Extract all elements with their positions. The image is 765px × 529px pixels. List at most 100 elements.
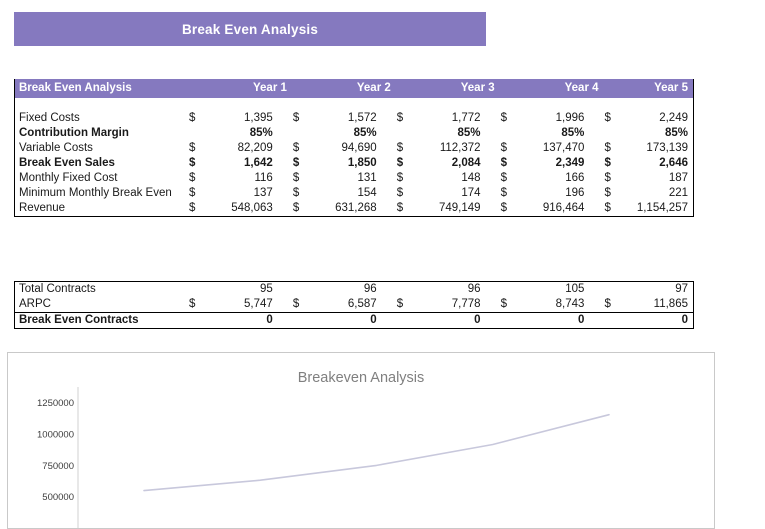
cell-gap: [589, 201, 603, 217]
cell-gap: [277, 312, 292, 329]
cell-value: 1,996: [555, 112, 585, 124]
cell-gap: [382, 156, 396, 171]
currency-symbol: [188, 126, 202, 141]
currency-symbol: $: [292, 187, 300, 199]
table-row: Minimum Monthly Break Even $137 $154 $174…: [15, 186, 694, 201]
cell-gap: [486, 156, 500, 171]
row-label: Break Even Contracts: [14, 312, 189, 329]
cell-gap: [589, 156, 603, 171]
currency-symbol: [396, 126, 410, 141]
column-header-year-1: Year 1: [188, 79, 292, 98]
currency-symbol: $: [604, 187, 611, 199]
currency-symbol: $: [500, 172, 508, 184]
currency-symbol: $: [292, 112, 300, 124]
currency-symbol: [604, 126, 618, 141]
row-label: Contribution Margin: [19, 127, 129, 139]
cell-value: 8,743: [555, 298, 585, 310]
currency-symbol: [604, 282, 618, 298]
row-label: ARPC: [19, 298, 51, 310]
currency-symbol: $: [604, 202, 611, 214]
cell-value: 1,395: [244, 112, 273, 124]
table-spacer-row: [15, 98, 694, 111]
cell-gap: [382, 141, 396, 156]
cell-gap: [589, 111, 603, 126]
table-row: Break Even Sales $1,642 $1,850 $2,084 $2,…: [15, 156, 694, 171]
currency-symbol: $: [292, 202, 300, 214]
cell-value: 148: [461, 172, 481, 184]
currency-symbol: [188, 282, 202, 298]
row-label: Monthly Fixed Cost: [19, 172, 118, 184]
cell-value: 97: [675, 283, 688, 295]
cell-gap: [382, 186, 396, 201]
cell-gap: [278, 111, 292, 126]
currency-symbol: $: [604, 142, 611, 154]
currency-symbol: $: [604, 157, 611, 169]
cell-value: 85%: [664, 127, 688, 139]
cell-value: 631,268: [335, 202, 377, 214]
cell-value: 221: [668, 187, 688, 199]
cell-value: 131: [357, 172, 377, 184]
cell-value: 95: [260, 283, 273, 295]
currency-symbol: $: [500, 142, 508, 154]
cell-gap: [278, 141, 292, 156]
row-label: Minimum Monthly Break Even: [19, 187, 172, 199]
row-label: Break Even Sales: [19, 157, 115, 169]
cell-value: 2,084: [451, 157, 481, 169]
table-row: Contribution Margin 85% 85% 85% 85% 85%: [15, 126, 694, 141]
cell-value: 112,372: [439, 142, 481, 154]
currency-symbol: [188, 312, 203, 329]
chart-y-tick-label: 1000000: [37, 430, 74, 441]
cell-value: 11,865: [653, 298, 688, 310]
currency-symbol: [396, 282, 410, 298]
currency-symbol: $: [604, 298, 611, 310]
cell-value: 1,154,257: [636, 202, 688, 214]
cell-value: 96: [467, 283, 481, 295]
cell-gap: [486, 186, 500, 201]
cell-value: 1,572: [347, 112, 377, 124]
contracts-break-even-table: Total Contracts 95 96 96 105 97 ARPC $5,747…: [14, 281, 694, 329]
table-row: Variable Costs $82,209 $94,690 $112,372 $…: [15, 141, 694, 156]
currency-symbol: $: [396, 157, 404, 169]
table-row: Break Even Contracts 0 0 0 0 0: [14, 312, 694, 329]
cell-value: 105: [565, 283, 585, 295]
cell-value: 174: [461, 187, 481, 199]
cell-value: 96: [363, 283, 377, 295]
cell-value: 154: [357, 187, 377, 199]
currency-symbol: $: [396, 172, 404, 184]
cell-value: 94,690: [341, 142, 377, 154]
cell-gap: [486, 141, 500, 156]
cell-value: 2,646: [659, 157, 688, 169]
chart-y-tick-label: 1250000: [37, 398, 74, 409]
cell-value: 0: [409, 312, 486, 329]
cell-gap: [382, 126, 396, 141]
cell-value: 1,642: [244, 157, 273, 169]
breakeven-chart-card: Breakeven Analysis 1250000 1000000 750000 5…: [7, 352, 715, 529]
table-row: ARPC $5,747 $6,587 $7,778 $8,743 $11,865: [15, 297, 694, 313]
currency-symbol: $: [500, 187, 508, 199]
cell-value: 137: [253, 187, 273, 199]
row-label: Revenue: [19, 202, 66, 214]
row-label: Total Contracts: [19, 283, 96, 295]
cell-value: 916,464: [542, 202, 585, 214]
cell-value: 85%: [353, 127, 377, 139]
cell-value: 166: [565, 172, 585, 184]
currency-symbol: $: [292, 172, 300, 184]
chart-y-tick-label: 500000: [42, 492, 74, 503]
currency-symbol: $: [500, 298, 508, 310]
cell-gap: [382, 282, 396, 298]
cell-gap: [589, 297, 603, 313]
cell-gap: [589, 186, 603, 201]
cell-gap: [382, 297, 396, 313]
currency-symbol: $: [396, 142, 404, 154]
column-header-year-2: Year 2: [291, 79, 396, 98]
cell-value: 0: [202, 312, 278, 329]
currency-symbol: $: [189, 172, 196, 184]
cell-value: 85%: [457, 127, 481, 139]
cell-value: 173,139: [646, 142, 688, 154]
cell-gap: [486, 282, 500, 298]
currency-symbol: $: [189, 187, 196, 199]
cell-gap: [485, 312, 500, 329]
break-even-analysis-table: Break Even Analysis Year 1 Year 2 Year 3…: [14, 79, 694, 217]
currency-symbol: $: [189, 142, 196, 154]
currency-symbol: $: [500, 202, 508, 214]
